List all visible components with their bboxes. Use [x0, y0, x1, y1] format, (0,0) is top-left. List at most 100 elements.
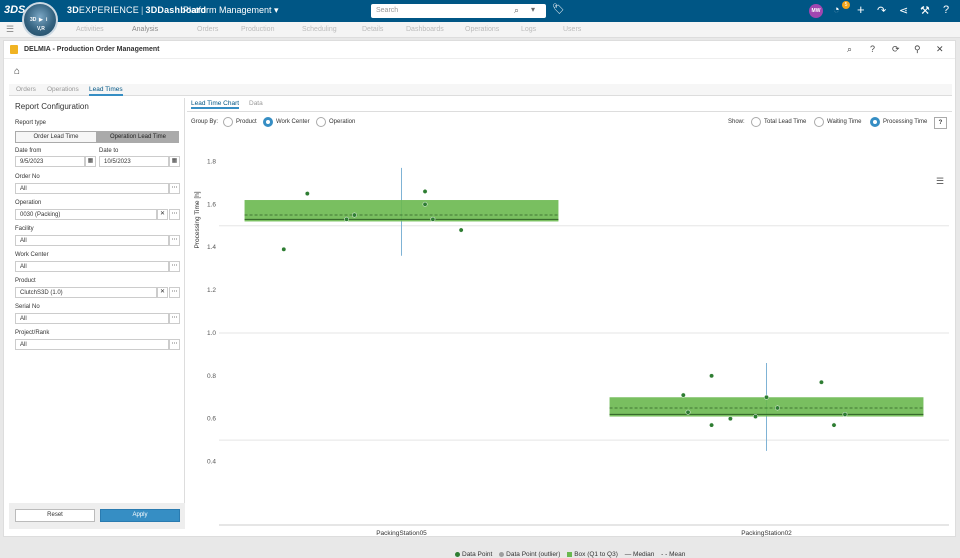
calendar-icon[interactable]: ▦ [169, 156, 180, 167]
network-icon[interactable]: ⋖ [899, 4, 908, 17]
tab-dashboards[interactable]: Dashboards [406, 26, 444, 33]
calendar-icon[interactable]: ▦ [85, 156, 96, 167]
refresh-icon[interactable]: ⟳ [892, 44, 900, 55]
more-icon[interactable]: ⋯ [169, 261, 180, 272]
legend-data-point[interactable]: Data Point [455, 551, 492, 558]
y-tick-label: 1.0 [207, 330, 216, 337]
y-axis-label: Processing Time [h] [194, 191, 201, 248]
order-lead-time-toggle[interactable]: Order Lead Time [15, 131, 97, 143]
data-point [818, 379, 824, 385]
data-point [685, 409, 691, 415]
help-icon[interactable]: ? [870, 44, 875, 54]
search-icon[interactable]: ⌕ [847, 44, 852, 55]
platform-dropdown[interactable]: Platform Management ▾ [183, 5, 279, 16]
more-icon[interactable]: ⋯ [169, 209, 180, 220]
tab-analysis[interactable]: Analysis [132, 26, 158, 33]
panel-title: Report Configuration [15, 102, 89, 111]
field-label: Project/Rank [15, 330, 50, 336]
avatar[interactable]: MW [809, 4, 823, 18]
report-type-label: Report type [15, 120, 47, 126]
legend-outlier[interactable]: Data Point (outlier) [499, 551, 560, 558]
chevron-down-icon[interactable]: ▾ [531, 5, 535, 14]
tab-details[interactable]: Details [362, 26, 383, 33]
notifications-icon[interactable]: ◔ [833, 4, 840, 16]
filter-field[interactable]: All [15, 313, 169, 324]
tab-logs[interactable]: Logs [521, 26, 536, 33]
tab-activities[interactable]: Activities [76, 26, 104, 33]
data-point [753, 414, 758, 419]
data-point [458, 227, 464, 233]
widget-header: DELMIA - Production Order Management ⌕ ?… [4, 41, 955, 59]
tab-scheduling[interactable]: Scheduling [302, 26, 337, 33]
subtab-operations[interactable]: Operations [47, 86, 79, 93]
filter-field[interactable]: All [15, 339, 169, 350]
more-icon[interactable]: ⋯ [169, 235, 180, 246]
legend-median[interactable]: — Median [625, 551, 655, 558]
filter-field[interactable]: All [15, 183, 169, 194]
notification-badge: 5 [842, 1, 850, 9]
filter-field[interactable]: ClutchS3D (1.0) [15, 287, 157, 298]
data-point [304, 191, 310, 197]
report-configuration-panel: Report Configuration Report type Order L… [9, 98, 185, 529]
dashboard-tabs: ☰ Activities Analysis Orders Production … [0, 22, 960, 38]
legend-box[interactable]: Box (Q1 to Q3) [567, 551, 618, 558]
data-point [831, 422, 837, 428]
tab-orders[interactable]: Orders [197, 26, 218, 33]
clear-icon[interactable]: ✕ [157, 287, 168, 298]
help-icon[interactable]: ? [943, 4, 949, 16]
filter-field[interactable]: 0030 (Packing) [15, 209, 157, 220]
data-point [764, 394, 769, 400]
date-to-field[interactable]: 10/5/2023 [99, 156, 169, 167]
more-icon[interactable]: ⋯ [169, 287, 180, 298]
pin-icon[interactable]: ⚲ [914, 44, 921, 55]
more-icon[interactable]: ⋯ [169, 183, 180, 194]
data-point [422, 189, 428, 194]
close-icon[interactable]: ✕ [936, 44, 944, 55]
more-icon[interactable]: ⋯ [169, 339, 180, 350]
tab-operations[interactable]: Operations [465, 26, 499, 33]
data-point [680, 392, 686, 398]
legend-mean[interactable]: - - Mean [661, 551, 685, 558]
clear-icon[interactable]: ✕ [157, 209, 168, 220]
date-to-label: Date to [99, 148, 119, 154]
tab-users[interactable]: Users [563, 26, 581, 33]
chart-legend: Data Point Data Point (outlier) Box (Q1 … [455, 551, 690, 558]
data-point [351, 212, 357, 218]
tag-icon[interactable]: 🏷 [552, 4, 565, 15]
data-point [422, 201, 428, 207]
search-input[interactable]: Search ⌕ ▾ [371, 4, 546, 18]
tools-icon[interactable]: ⚒ [920, 4, 930, 17]
add-icon[interactable]: + [857, 2, 865, 17]
box [609, 397, 924, 417]
search-icon[interactable]: ⌕ [514, 5, 519, 16]
more-icon[interactable]: ⋯ [169, 313, 180, 324]
date-from-label: Date from [15, 148, 42, 154]
data-point [709, 422, 715, 428]
field-label: Work Center [15, 252, 49, 258]
field-label: Order No [15, 174, 40, 180]
subtabs: Orders Operations Lead Times [9, 84, 952, 96]
share-icon[interactable]: ↷ [877, 4, 886, 17]
field-label: Operation [15, 200, 42, 206]
data-point [430, 216, 436, 222]
y-tick-label: 0.8 [207, 373, 216, 380]
tab-production[interactable]: Production [241, 26, 274, 33]
data-point [775, 405, 780, 411]
app-icon [10, 45, 18, 54]
filter-field[interactable]: All [15, 235, 169, 246]
menu-icon[interactable]: ☰ [6, 24, 14, 35]
reset-button[interactable]: Reset [15, 509, 95, 522]
apply-button[interactable]: Apply [100, 509, 180, 522]
subtab-orders[interactable]: Orders [16, 86, 36, 93]
date-from-field[interactable]: 9/5/2023 [15, 156, 85, 167]
data-point [727, 416, 733, 422]
home-icon[interactable]: ⌂ [14, 66, 20, 77]
compass-icon[interactable]: 3D ▶ i V,R [22, 2, 58, 38]
data-point [344, 216, 350, 222]
y-tick-label: 1.8 [207, 158, 216, 165]
filter-field[interactable]: All [15, 261, 169, 272]
widget-title: DELMIA - Production Order Management [24, 46, 160, 53]
operation-lead-time-toggle[interactable]: Operation Lead Time [97, 131, 179, 143]
chart-panel: Lead Time Chart Data Group By: Product W… [187, 98, 952, 558]
subtab-lead-times[interactable]: Lead Times [89, 86, 123, 96]
